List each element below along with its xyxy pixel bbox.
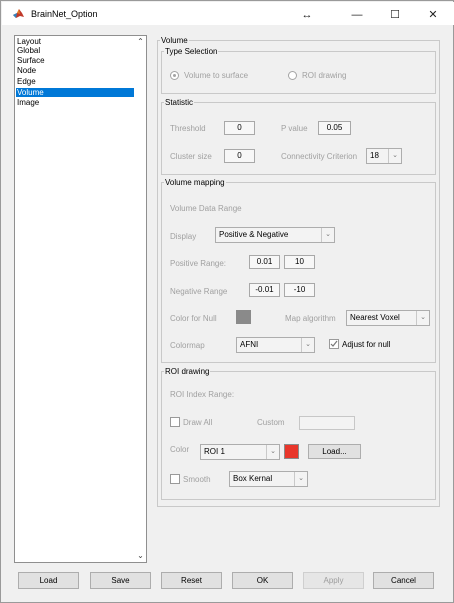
sidebar-item-global[interactable]: Global [16,46,134,55]
minimize-button[interactable]: — [338,3,376,26]
positive-range-label: Positive Range: [170,259,227,268]
sidebar-item-edge[interactable]: Edge [16,77,134,86]
sidebar-item-volume[interactable]: Volume [16,88,134,97]
scroll-up-icon[interactable]: ⌃ [135,37,146,47]
smooth-checkbox[interactable] [170,474,180,484]
roi-load-button[interactable]: Load... [308,444,361,459]
custom-label: Custom [257,418,285,427]
adjust-null-label: Adjust for null [342,340,391,349]
roi-drawing-label: ROI drawing [302,71,347,80]
scroll-down-icon[interactable]: ⌄ [135,551,146,561]
volume-panel-title: Volume [160,36,189,45]
negative-range-label: Negative Range [170,287,228,296]
pvalue-label: P value [281,124,308,133]
sidebar-item-node[interactable]: Node [16,66,134,75]
positive-max-input[interactable]: 10 [284,255,315,269]
draw-all-label: Draw All [183,418,213,427]
sidebar-item-image[interactable]: Image [16,98,134,107]
positive-min-input[interactable]: 0.01 [249,255,280,269]
chevron-down-icon: ⌄ [266,445,279,459]
smooth-label: Smooth [183,475,211,484]
roi-color-label: Color [170,445,190,454]
cluster-size-input[interactable]: 0 [224,149,255,163]
connectivity-select[interactable]: 18 ⌄ [366,148,402,164]
connectivity-label: Connectivity Criterion [281,152,358,161]
reset-button[interactable]: Reset [161,572,222,589]
pvalue-input[interactable]: 0.05 [318,121,351,135]
volume-to-surface-radio[interactable] [170,71,179,80]
colormap-value: AFNI [240,340,259,349]
roi-color-swatch[interactable] [284,444,299,459]
display-label: Display [170,232,197,241]
roi-color-select[interactable]: ROI 1 ⌄ [200,444,280,460]
chevron-down-icon: ⌄ [321,228,334,242]
category-list[interactable]: Layout Global Surface Node Edge Volume I… [14,35,147,563]
volume-to-surface-label: Volume to surface [184,71,249,80]
smooth-kernel-value: Box Kernal [233,474,273,483]
cluster-size-label: Cluster size [170,152,212,161]
load-button[interactable]: Load [18,572,79,589]
radio-selected-dot [173,74,176,77]
resize-icon[interactable]: ↔ [288,3,326,26]
map-algorithm-select[interactable]: Nearest Voxel ⌄ [346,310,430,326]
map-algorithm-value: Nearest Voxel [350,313,400,322]
roi-color-value: ROI 1 [204,447,225,456]
sidebar-item-surface[interactable]: Surface [16,56,134,65]
chevron-down-icon: ⌄ [416,311,429,325]
threshold-label: Threshold [170,124,206,133]
draw-all-checkbox[interactable] [170,417,180,427]
sidebar-item-layout[interactable]: Layout [16,37,134,46]
colormap-select[interactable]: AFNI ⌄ [236,337,315,353]
map-algorithm-label: Map algorithm [285,314,336,323]
checkmark-icon [330,340,338,347]
adjust-null-checkbox[interactable] [329,339,339,349]
negative-min-input[interactable]: -0.01 [249,283,280,297]
matlab-icon [13,8,24,19]
null-color-swatch[interactable] [236,310,251,324]
apply-button[interactable]: Apply [303,572,364,589]
display-value: Positive & Negative [219,230,289,239]
type-selection-title: Type Selection [164,47,219,56]
negative-max-input[interactable]: -10 [284,283,315,297]
custom-input[interactable] [299,416,355,430]
window-title: BrainNet_Option [31,9,98,19]
cancel-button[interactable]: Cancel [373,572,434,589]
ok-button[interactable]: OK [232,572,293,589]
threshold-input[interactable]: 0 [224,121,255,135]
statistic-panel [161,102,436,175]
color-for-null-label: Color for Null [170,314,217,323]
volume-mapping-title: Volume mapping [164,178,226,187]
display-select[interactable]: Positive & Negative ⌄ [215,227,335,243]
chevron-down-icon: ⌄ [388,149,401,163]
roi-index-range-label: ROI Index Range: [170,390,235,399]
roi-drawing-radio[interactable] [288,71,297,80]
title-bar: BrainNet_Option ↔ — ☐ ✕ [2,2,454,25]
statistic-title: Statistic [164,98,195,107]
maximize-button[interactable]: ☐ [376,3,414,26]
chevron-down-icon: ⌄ [294,472,307,486]
save-button[interactable]: Save [90,572,151,589]
chevron-down-icon: ⌄ [301,338,314,352]
roi-drawing-title: ROI drawing [164,367,211,376]
list-scrollbar[interactable]: ⌃ ⌄ [135,37,146,561]
volume-data-range-label: Volume Data Range [170,204,242,213]
colormap-label: Colormap [170,341,205,350]
connectivity-value: 18 [370,151,379,160]
options-window: BrainNet_Option ↔ — ☐ ✕ Layout Global Su… [0,0,454,603]
close-button[interactable]: ✕ [414,3,452,26]
smooth-kernel-select[interactable]: Box Kernal ⌄ [229,471,308,487]
